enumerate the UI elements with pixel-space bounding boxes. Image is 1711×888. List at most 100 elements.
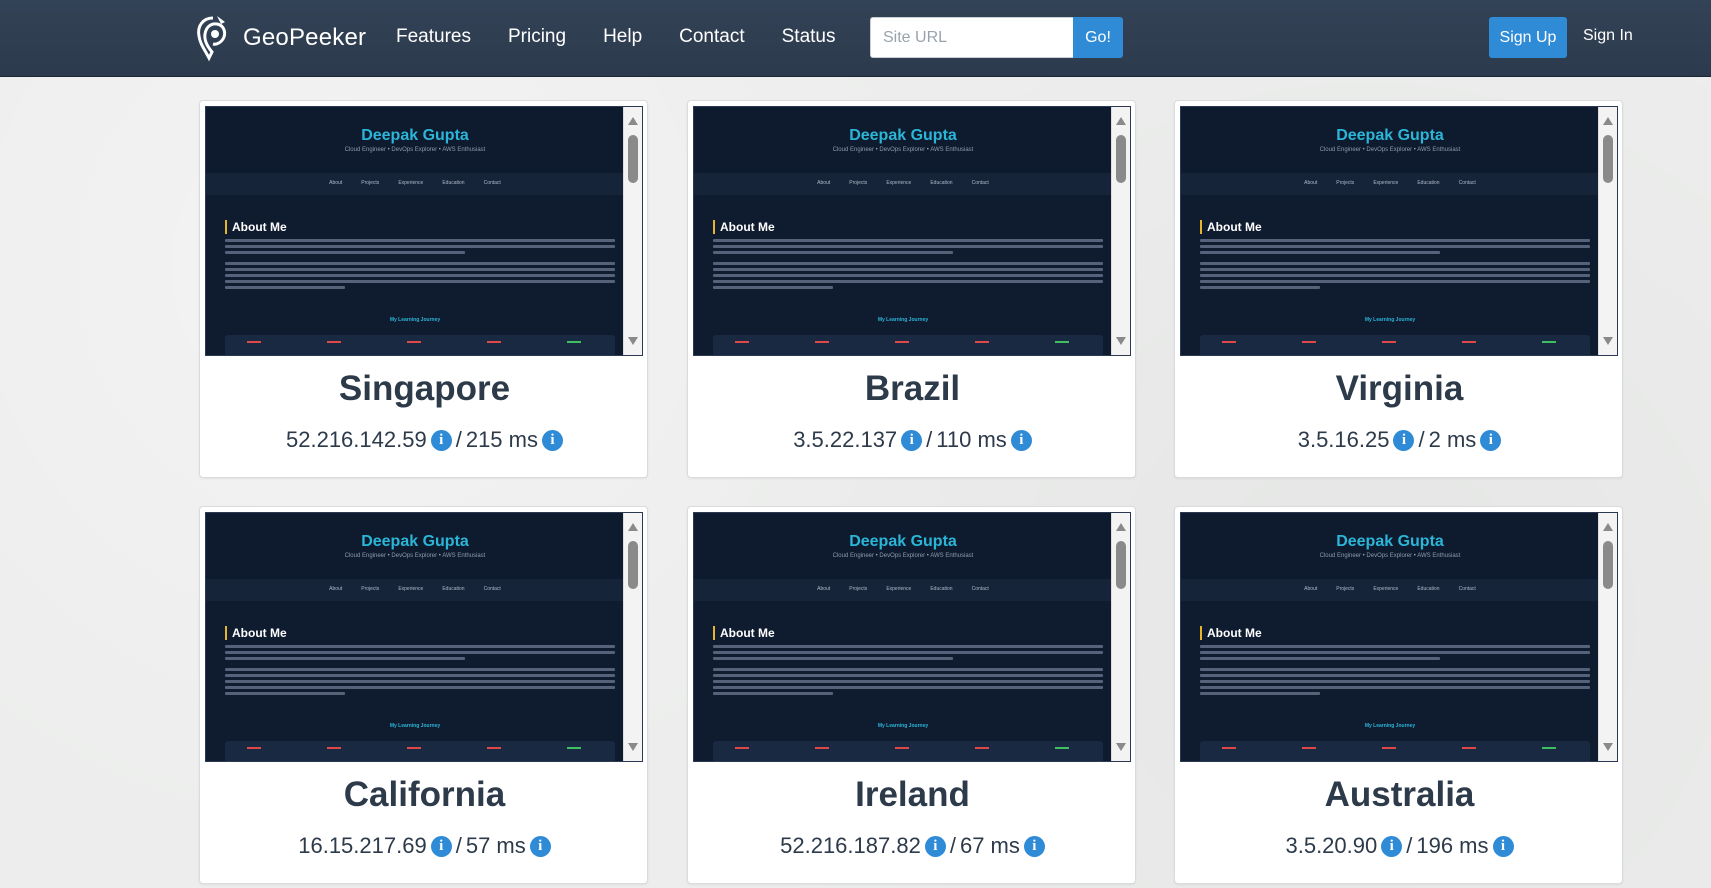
location-meta: 52.216.187.82 i / 67 ms i — [688, 833, 1137, 859]
preview-nav: About Projects Experience Education Cont… — [1181, 173, 1599, 195]
info-circle-icon[interactable]: i — [1393, 429, 1415, 451]
location-meta: 3.5.22.137 i / 110 ms i — [688, 427, 1137, 453]
preview-nav-item: Contact — [971, 180, 989, 186]
geopeeker-logo-icon — [197, 16, 227, 62]
info-circle-icon[interactable]: i — [1492, 835, 1514, 857]
site-screenshot[interactable]: Deepak Gupta Cloud Engineer • DevOps Exp… — [205, 512, 643, 762]
preview-site-subtitle: Cloud Engineer • DevOps Explorer • AWS E… — [832, 553, 974, 559]
preview-site-title: Deepak Gupta — [361, 127, 469, 144]
info-circle-icon[interactable]: i — [924, 835, 946, 857]
latency-value: 2 ms — [1428, 427, 1477, 452]
info-circle-icon[interactable]: i — [430, 835, 452, 857]
preview-nav-item: About — [817, 180, 831, 186]
info-circle-icon[interactable]: i — [1010, 429, 1032, 451]
preview-text-line — [713, 251, 953, 254]
scroll-thumb[interactable] — [1116, 541, 1126, 589]
preview-scrollbar[interactable] — [623, 107, 642, 355]
preview-text-line — [225, 239, 615, 242]
scroll-down-icon[interactable] — [1116, 743, 1126, 751]
site-url-input[interactable] — [870, 17, 1073, 58]
preview-text-line — [713, 262, 1103, 265]
info-circle-icon[interactable]: i — [1381, 835, 1403, 857]
site-screenshot[interactable]: Deepak Gupta Cloud Engineer • DevOps Exp… — [205, 106, 643, 356]
latency-value: 67 ms — [959, 833, 1020, 858]
scroll-thumb[interactable] — [628, 541, 638, 589]
scroll-up-icon[interactable] — [1603, 523, 1613, 531]
scroll-thumb[interactable] — [628, 135, 638, 183]
scroll-thumb[interactable] — [1116, 135, 1126, 183]
preview-about-heading: About Me — [1200, 220, 1262, 234]
separator: / — [455, 427, 462, 452]
scroll-thumb[interactable] — [1603, 135, 1613, 183]
preview-scrollbar[interactable] — [1111, 513, 1130, 761]
preview-text-line — [713, 274, 1103, 277]
preview-text-line — [225, 680, 615, 683]
preview-text-line — [713, 692, 833, 695]
timeline-marker — [1542, 747, 1556, 749]
scroll-down-icon[interactable] — [628, 743, 638, 751]
nav-features[interactable]: Features — [396, 26, 471, 48]
ip-address: 3.5.22.137 — [793, 427, 898, 452]
location-card-california: Deepak Gupta Cloud Engineer • DevOps Exp… — [199, 506, 648, 884]
site-screenshot[interactable]: Deepak Gupta Cloud Engineer • DevOps Exp… — [1180, 106, 1618, 356]
preview-nav-item: About — [817, 586, 831, 592]
main-nav: Features Pricing Help Contact Status — [396, 26, 873, 48]
scroll-up-icon[interactable] — [1116, 523, 1126, 531]
sign-in-link[interactable]: Sign In — [1583, 27, 1633, 45]
go-button[interactable]: Go! — [1073, 17, 1123, 58]
scroll-up-icon[interactable] — [628, 117, 638, 125]
preview-nav-item: About — [329, 586, 343, 592]
timeline-marker — [1302, 747, 1316, 749]
preview-nav-item: Projects — [1336, 180, 1355, 186]
preview-about-heading: About Me — [1200, 626, 1262, 640]
scroll-up-icon[interactable] — [628, 523, 638, 531]
site-screenshot[interactable]: Deepak Gupta Cloud Engineer • DevOps Exp… — [1180, 512, 1618, 762]
scroll-up-icon[interactable] — [1603, 117, 1613, 125]
preview-timeline — [1200, 741, 1590, 761]
separator: / — [1418, 427, 1425, 452]
timeline-marker — [247, 747, 261, 749]
preview-nav: About Projects Experience Education Cont… — [1181, 579, 1599, 601]
preview-site-subtitle: Cloud Engineer • DevOps Explorer • AWS E… — [1319, 147, 1461, 153]
scroll-down-icon[interactable] — [1116, 337, 1126, 345]
brand[interactable]: GeoPeeker — [193, 14, 366, 62]
info-circle-icon[interactable]: i — [1023, 835, 1045, 857]
timeline-marker — [1382, 747, 1396, 749]
preview-about-heading: About Me — [713, 626, 775, 640]
site-screenshot[interactable]: Deepak Gupta Cloud Engineer • DevOps Exp… — [693, 106, 1131, 356]
preview-site-title: Deepak Gupta — [1336, 533, 1444, 550]
brand-name: GeoPeeker — [243, 24, 367, 51]
preview-nav-item: Education — [930, 586, 953, 592]
info-circle-icon[interactable]: i — [901, 429, 923, 451]
scroll-down-icon[interactable] — [1603, 743, 1613, 751]
preview-header: Deepak Gupta Cloud Engineer • DevOps Exp… — [206, 513, 624, 579]
preview-nav: About Projects Experience Education Cont… — [694, 579, 1112, 601]
preview-text-line — [713, 657, 953, 660]
timeline-marker — [815, 341, 829, 343]
sign-up-button[interactable]: Sign Up — [1489, 17, 1567, 58]
preview-scrollbar[interactable] — [1598, 513, 1617, 761]
nav-status[interactable]: Status — [782, 26, 836, 48]
preview-scrollbar[interactable] — [1111, 107, 1130, 355]
location-meta: 3.5.16.25 i / 2 ms i — [1175, 427, 1624, 453]
site-screenshot[interactable]: Deepak Gupta Cloud Engineer • DevOps Exp… — [693, 512, 1131, 762]
nav-contact[interactable]: Contact — [679, 26, 744, 48]
info-circle-icon[interactable]: i — [541, 429, 563, 451]
nav-help[interactable]: Help — [603, 26, 642, 48]
scroll-down-icon[interactable] — [628, 337, 638, 345]
preview-scrollbar[interactable] — [1598, 107, 1617, 355]
preview-nav-item: Contact — [971, 586, 989, 592]
preview-text-line — [1200, 245, 1590, 248]
location-city: Virginia — [1335, 369, 1464, 408]
info-circle-icon[interactable]: i — [529, 835, 551, 857]
timeline-marker — [327, 341, 341, 343]
scroll-down-icon[interactable] — [1603, 337, 1613, 345]
timeline-marker — [327, 747, 341, 749]
nav-pricing[interactable]: Pricing — [508, 26, 566, 48]
scroll-up-icon[interactable] — [1116, 117, 1126, 125]
info-circle-icon[interactable]: i — [430, 429, 452, 451]
scroll-thumb[interactable] — [1603, 541, 1613, 589]
preview-scrollbar[interactable] — [623, 513, 642, 761]
info-circle-icon[interactable]: i — [1480, 429, 1502, 451]
preview-nav: About Projects Experience Education Cont… — [206, 579, 624, 601]
